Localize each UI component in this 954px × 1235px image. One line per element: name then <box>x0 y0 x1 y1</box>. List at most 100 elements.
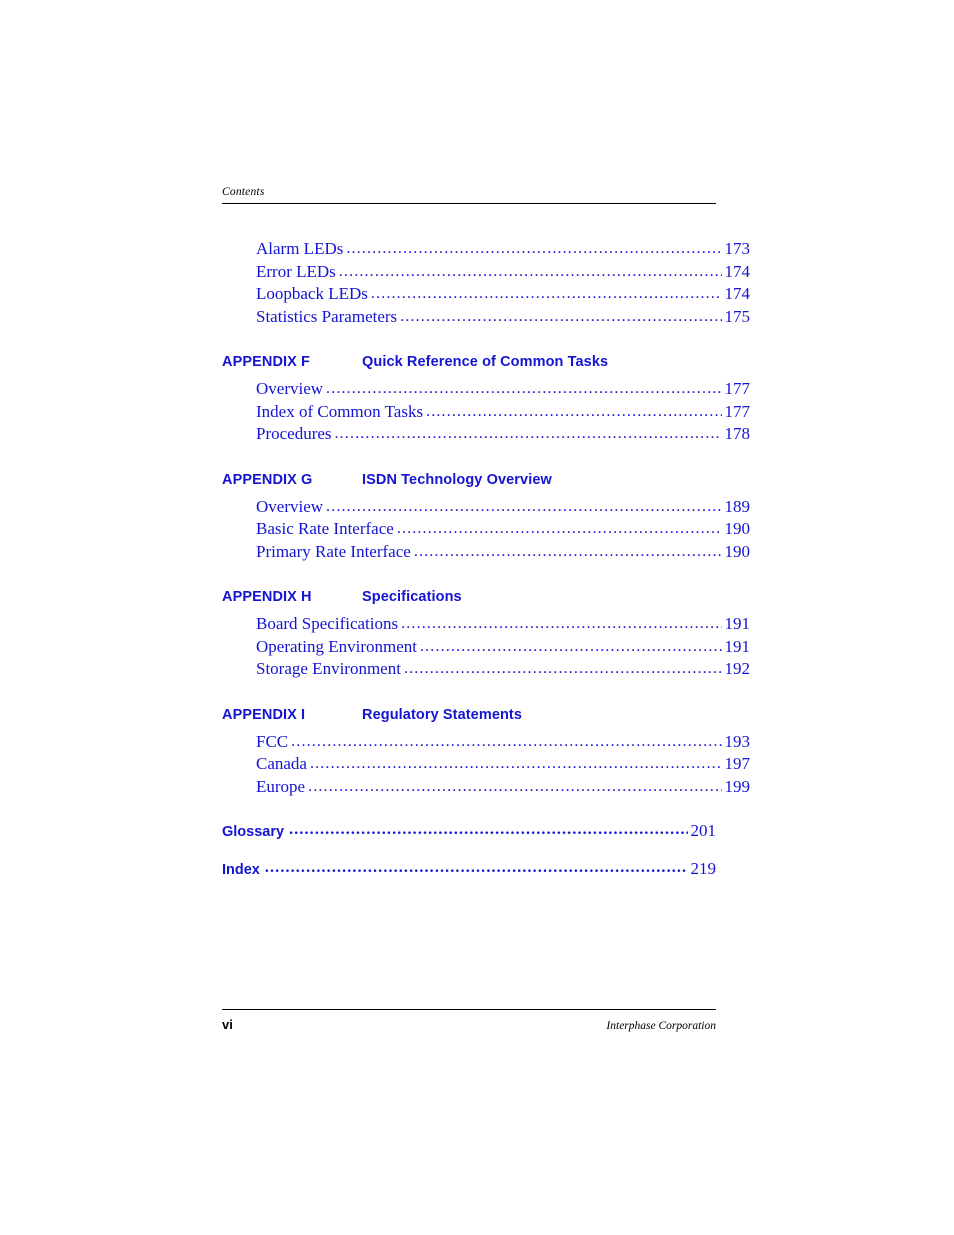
toc-entry[interactable]: Board Specifications ...................… <box>256 613 750 636</box>
toc-entry-page: 174 <box>724 284 751 303</box>
footer-company-name: Interphase Corporation <box>606 1020 716 1032</box>
toc-entry[interactable]: Overview ...............................… <box>256 378 750 401</box>
toc-entry-label: Europe <box>256 776 306 796</box>
toc-appendix-tag: APPENDIX H <box>222 589 312 605</box>
dot-leader: ........................................… <box>396 520 722 537</box>
toc-entry-page: 177 <box>724 401 751 421</box>
toc-entry-page: 190 <box>724 519 751 538</box>
toc-entry-page: 190 <box>724 541 751 561</box>
toc-appendix-title: Specifications <box>362 589 462 605</box>
toc-entry[interactable]: Index of Common Tasks ..................… <box>256 401 750 424</box>
dot-leader: ........................................… <box>420 637 722 655</box>
dot-leader: ........................................… <box>309 755 722 772</box>
dot-leader: ........................................… <box>370 285 722 302</box>
toc-entry-label: Index of Common Tasks <box>256 401 424 421</box>
toc-entry-page: 178 <box>724 424 751 443</box>
toc-entry[interactable]: Procedures .............................… <box>256 423 750 446</box>
toc-entry-label: Index <box>222 861 260 878</box>
toc-appendix-tag: APPENDIX I <box>222 706 306 723</box>
toc-entry-page: 173 <box>724 239 751 258</box>
dot-leader: ........................................… <box>308 777 721 795</box>
toc-appendix-heading[interactable]: APPENDIX F Quick Reference of Common Tas… <box>222 354 716 370</box>
toc-entry-page: 201 <box>690 821 717 840</box>
dot-leader: ........................................… <box>326 380 722 397</box>
toc-entry[interactable]: Europe .................................… <box>256 776 750 799</box>
toc-entry-index[interactable]: Index ..................................… <box>222 858 716 882</box>
dot-leader: ........................................… <box>264 858 688 876</box>
toc-entry[interactable]: Canada .................................… <box>256 753 750 776</box>
toc-group-appendix-h: APPENDIX H Specifications Board Specific… <box>222 589 750 681</box>
dot-leader: ........................................… <box>338 262 722 280</box>
toc-entry-label: Board Specifications <box>256 614 399 633</box>
dot-leader: ........................................… <box>289 821 688 838</box>
toc-entry[interactable]: Statistics Parameters ..................… <box>256 306 750 329</box>
toc-entry[interactable]: Basic Rate Interface ...................… <box>256 518 750 541</box>
toc-entry[interactable]: Operating Environment ..................… <box>256 636 750 659</box>
toc-entry-page: 189 <box>724 496 751 516</box>
toc-entry-page: 191 <box>724 614 751 633</box>
page-footer: vi Interphase Corporation <box>222 1009 716 1032</box>
toc-entry-page: 177 <box>724 379 751 398</box>
toc-appendix-title: Quick Reference of Common Tasks <box>362 354 609 370</box>
toc-entry[interactable]: Alarm LEDs .............................… <box>256 238 750 261</box>
toc-appendix-tag: APPENDIX G <box>222 471 313 488</box>
dot-leader: ........................................… <box>326 497 722 515</box>
dot-leader: ........................................… <box>403 660 722 677</box>
toc-entry-label: Canada <box>256 754 307 773</box>
toc-entry-label: Basic Rate Interface <box>256 519 394 538</box>
toc-entry[interactable]: Storage Environment ....................… <box>256 658 750 681</box>
toc-entry-page: 219 <box>690 858 717 878</box>
toc-entry-glossary[interactable]: Glossary ...............................… <box>222 820 716 844</box>
toc-group-appendix-i: APPENDIX I Regulatory Statements FCC ...… <box>222 707 750 799</box>
toc-entry-label: Overview <box>256 379 324 398</box>
toc-entry[interactable]: Overview ...............................… <box>256 496 750 519</box>
toc-entry-page: 192 <box>724 659 751 678</box>
toc-group-appendix-g: APPENDIX G ISDN Technology Overview Over… <box>222 472 750 564</box>
header-divider <box>222 203 716 204</box>
dot-leader: ........................................… <box>401 615 721 632</box>
toc-appendix-title: Regulatory Statements <box>362 706 523 723</box>
toc-group-continuation: Alarm LEDs .............................… <box>222 238 750 328</box>
toc-entry-page: 174 <box>724 261 751 281</box>
dot-leader: ........................................… <box>426 402 722 420</box>
toc-entry-page: 191 <box>724 636 751 656</box>
toc-page: Contents Alarm LEDs ....................… <box>0 0 954 1235</box>
toc-appendix-tag: APPENDIX F <box>222 354 311 370</box>
toc-entry-label: Glossary <box>222 824 285 840</box>
toc-group-appendix-f: APPENDIX F Quick Reference of Common Tas… <box>222 354 750 446</box>
table-of-contents: Alarm LEDs .............................… <box>222 238 750 882</box>
toc-entry-label: Error LEDs <box>256 261 336 281</box>
dot-leader: ........................................… <box>413 542 722 560</box>
toc-entry-label: FCC <box>256 731 289 751</box>
toc-entry[interactable]: Primary Rate Interface .................… <box>256 541 750 564</box>
toc-entry-label: Alarm LEDs <box>256 239 344 258</box>
toc-entry-label: Primary Rate Interface <box>256 541 411 561</box>
toc-appendix-heading[interactable]: APPENDIX G ISDN Technology Overview <box>222 472 716 488</box>
toc-entry[interactable]: Error LEDs .............................… <box>256 261 750 284</box>
toc-entry-page: 175 <box>724 306 751 326</box>
footer-page-number: vi <box>222 1017 233 1032</box>
toc-entry-label: Procedures <box>256 424 332 443</box>
dot-leader: ........................................… <box>400 307 721 325</box>
footer-row: vi Interphase Corporation <box>222 1017 716 1032</box>
toc-entry[interactable]: Loopback LEDs ..........................… <box>256 283 750 306</box>
page-content: Contents Alarm LEDs ....................… <box>222 186 750 882</box>
toc-entry-label: Operating Environment <box>256 636 417 656</box>
running-header: Contents <box>222 186 265 198</box>
toc-entry-label: Overview <box>256 496 324 516</box>
toc-appendix-heading[interactable]: APPENDIX I Regulatory Statements <box>222 707 716 723</box>
dot-leader: ........................................… <box>334 425 722 442</box>
toc-entry-label: Storage Environment <box>256 659 401 678</box>
toc-appendix-title: ISDN Technology Overview <box>362 471 552 488</box>
toc-entry-page: 193 <box>724 731 751 751</box>
toc-appendix-heading[interactable]: APPENDIX H Specifications <box>222 589 716 605</box>
dot-leader: ........................................… <box>291 732 721 750</box>
toc-entry-page: 199 <box>724 776 751 796</box>
toc-entry-page: 197 <box>724 754 751 773</box>
toc-entry-label: Statistics Parameters <box>256 306 398 326</box>
toc-entry[interactable]: FCC ....................................… <box>256 731 750 754</box>
toc-entry-label: Loopback LEDs <box>256 284 368 303</box>
footer-divider <box>222 1009 716 1010</box>
